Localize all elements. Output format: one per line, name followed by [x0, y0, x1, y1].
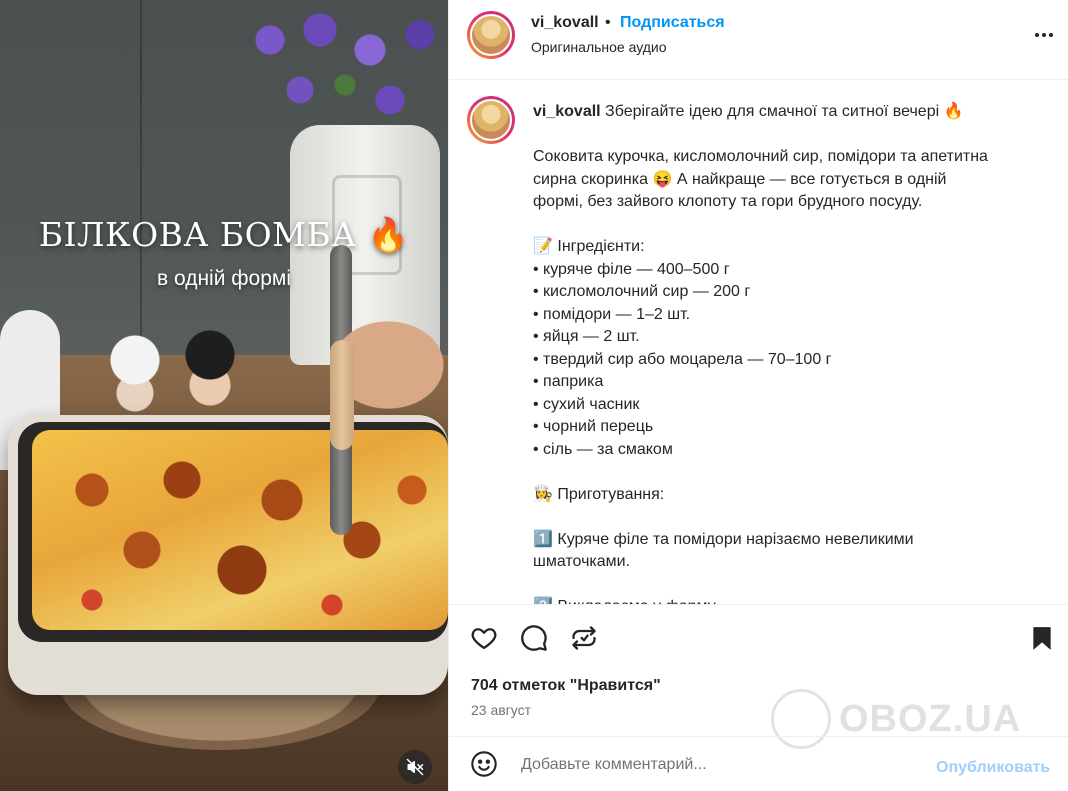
caption-line: • сухий часник	[533, 395, 640, 413]
repost-button[interactable]	[569, 623, 599, 653]
heart-icon	[471, 628, 497, 650]
separator-dot: •	[605, 14, 611, 31]
follow-button[interactable]: Подписаться	[620, 14, 725, 32]
speaker-muted-icon	[406, 758, 424, 776]
post-media[interactable]: БІЛКОВА БОМБА 🔥 в одній формі	[0, 0, 448, 791]
video-title: БІЛКОВА БОМБА 🔥	[38, 215, 410, 254]
caption-line: • яйця — 2 шт.	[533, 328, 640, 345]
caption-line: шматочками.	[533, 553, 631, 570]
post-panel: vi_kovall • Подписаться Оригинальное ауд…	[448, 0, 1068, 791]
caption-line: 👩‍🍳 Приготування:	[533, 485, 665, 503]
more-options-button[interactable]	[1029, 20, 1059, 50]
caption-line: • чорний перець	[533, 418, 654, 435]
spatula-handle	[330, 340, 354, 450]
comment-input[interactable]	[519, 755, 919, 775]
audio-link[interactable]: Оригинальное аудио	[531, 39, 667, 55]
bookmark-filled-icon	[1033, 627, 1051, 650]
caption-username[interactable]: vi_kovall	[533, 103, 601, 120]
caption-line	[533, 574, 1048, 597]
caption-line: • куряче філе — 400–500 г	[533, 260, 730, 278]
save-button[interactable]	[1027, 623, 1057, 653]
caption-line	[533, 214, 1048, 237]
caption-line: • сіль — за смаком	[533, 440, 673, 458]
post-actions: OBOZ.UA 704 отметок "Нравится" 23 август	[449, 604, 1068, 749]
like-button[interactable]	[469, 623, 499, 653]
caption-line: • твердий сир або моцарела — 70–100 г	[533, 350, 832, 368]
comment-bubble-icon	[521, 625, 547, 651]
caption-line: Соковита курочка, кисломолочний сир, пом…	[533, 148, 988, 165]
caption-line: 1️⃣ Куряче філе та помідори нарізаємо не…	[533, 530, 914, 548]
figurine	[175, 330, 245, 415]
caption-line	[533, 124, 1048, 147]
repost-icon	[572, 626, 596, 650]
caption-line: сирна скоринка 😝 А найкраще — все готуєт…	[533, 170, 947, 188]
publish-button[interactable]: Опубликовать	[936, 759, 1050, 777]
username-link[interactable]: vi_kovall	[531, 14, 599, 32]
caption-line: формі, без зайвого клопоту та гори брудн…	[533, 193, 923, 210]
caption-line: 📝 Інгредієнти:	[533, 238, 645, 255]
caption-avatar[interactable]	[467, 96, 515, 144]
caption-line: • помідори — 1–2 шт.	[533, 305, 691, 323]
emoji-button[interactable]	[469, 749, 499, 779]
wall-seam	[140, 0, 142, 360]
avatar[interactable]	[467, 11, 515, 59]
caption-text: vi_kovall Зберігайте ідею для смачної та…	[533, 101, 1048, 604]
comment-bar: Опубликовать	[449, 736, 1068, 791]
caption-area: vi_kovall Зберігайте ідею для смачної та…	[449, 81, 1068, 604]
caption-line: 2️⃣ Викладаємо у форму...	[533, 596, 1048, 604]
likes-count[interactable]: 704 отметок "Нравится"	[471, 677, 661, 695]
caption-line: • паприка	[533, 373, 604, 390]
caption-line	[533, 506, 1048, 529]
baked-dish	[32, 430, 448, 630]
video-subtitle: в одній формі	[156, 267, 292, 290]
watermark-text: OBOZ.UA	[839, 697, 1022, 740]
post-date[interactable]: 23 август	[471, 702, 531, 718]
chef-figurine	[100, 335, 170, 415]
caption-line	[533, 461, 1048, 484]
mute-button[interactable]	[398, 750, 432, 784]
more-horizontal-icon	[1035, 33, 1053, 37]
caption-line: • кисломолочний сир — 200 г	[533, 283, 751, 300]
caption-first-line: Зберігайте ідею для смачної та ситної ве…	[600, 103, 964, 120]
smiley-icon	[471, 751, 497, 777]
post-header: vi_kovall • Подписаться Оригинальное ауд…	[449, 0, 1068, 80]
flowers	[230, 0, 448, 130]
comment-button[interactable]	[519, 623, 549, 653]
